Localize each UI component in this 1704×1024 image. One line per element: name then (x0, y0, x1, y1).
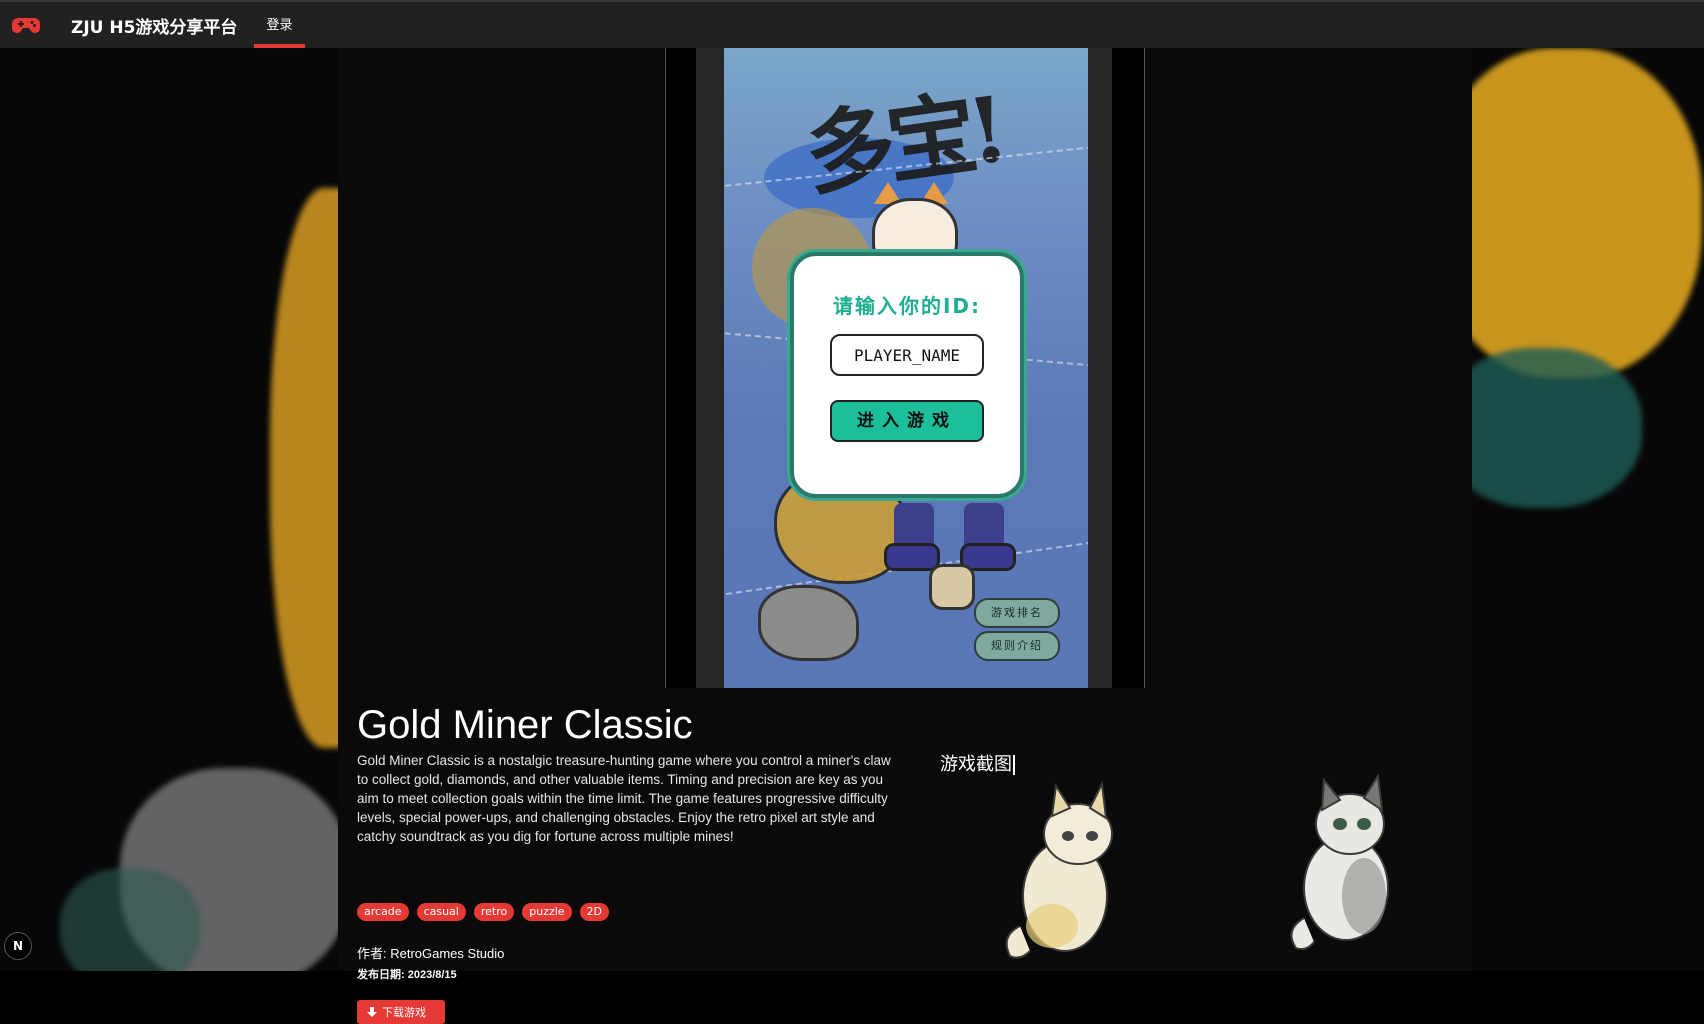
site-title[interactable]: ZJU H5游戏分享平台 (71, 13, 237, 38)
author-info: 作者: RetroGames Studio (357, 946, 505, 961)
background-left (0, 48, 338, 971)
tag-chip[interactable]: retro (473, 903, 515, 921)
rock-illustration (758, 585, 859, 661)
screenshot-cat-cream[interactable] (990, 776, 1130, 966)
dev-tools-badge[interactable]: N (4, 932, 32, 960)
download-button-label: 下载游戏 (382, 1006, 426, 1019)
pot-illustration (929, 564, 975, 610)
game-canvas[interactable]: 多宝! 请输入你的ID: 进入游戏 游戏排名 (724, 48, 1088, 688)
player-id-input[interactable] (830, 334, 984, 376)
tag-chip[interactable]: arcade (357, 903, 409, 921)
game-letterbox: 多宝! 请输入你的ID: 进入游戏 游戏排名 (696, 48, 1112, 688)
screenshot-cat-grey[interactable] (1276, 768, 1416, 958)
dialog-title: 请输入你的ID: (832, 294, 982, 318)
main-content: 多宝! 请输入你的ID: 进入游戏 游戏排名 (338, 48, 1472, 1024)
game-iframe[interactable]: 多宝! 请输入你的ID: 进入游戏 游戏排名 (665, 48, 1145, 688)
screenshots-title: 游戏截图 (940, 755, 1015, 775)
login-dialog: 请输入你的ID: 进入游戏 (790, 252, 1024, 498)
rules-button[interactable]: 规则介绍 (974, 631, 1060, 661)
game-description: Gold Miner Classic is a nostalgic treasu… (357, 753, 891, 844)
download-button[interactable]: 下载游戏 (357, 1000, 445, 1024)
tag-list: arcade casual retro puzzle 2D (357, 903, 610, 921)
game-title: Gold Miner Classic (357, 703, 693, 747)
release-date: 发布日期: 2023/8/15 (357, 969, 457, 981)
tag-chip[interactable]: puzzle (522, 903, 572, 921)
tag-chip[interactable]: casual (416, 903, 466, 921)
background-right (1472, 48, 1704, 971)
enter-game-button[interactable]: 进入游戏 (830, 400, 984, 442)
gamepad-icon[interactable] (12, 13, 40, 37)
miner-boot (884, 543, 940, 571)
nav-login-tab[interactable]: 登录 (254, 2, 305, 48)
top-navbar: ZJU H5游戏分享平台 登录 (0, 0, 1704, 48)
tag-chip[interactable]: 2D (579, 903, 610, 921)
download-icon (367, 1006, 377, 1017)
game-ranking-button[interactable]: 游戏排名 (974, 598, 1060, 628)
